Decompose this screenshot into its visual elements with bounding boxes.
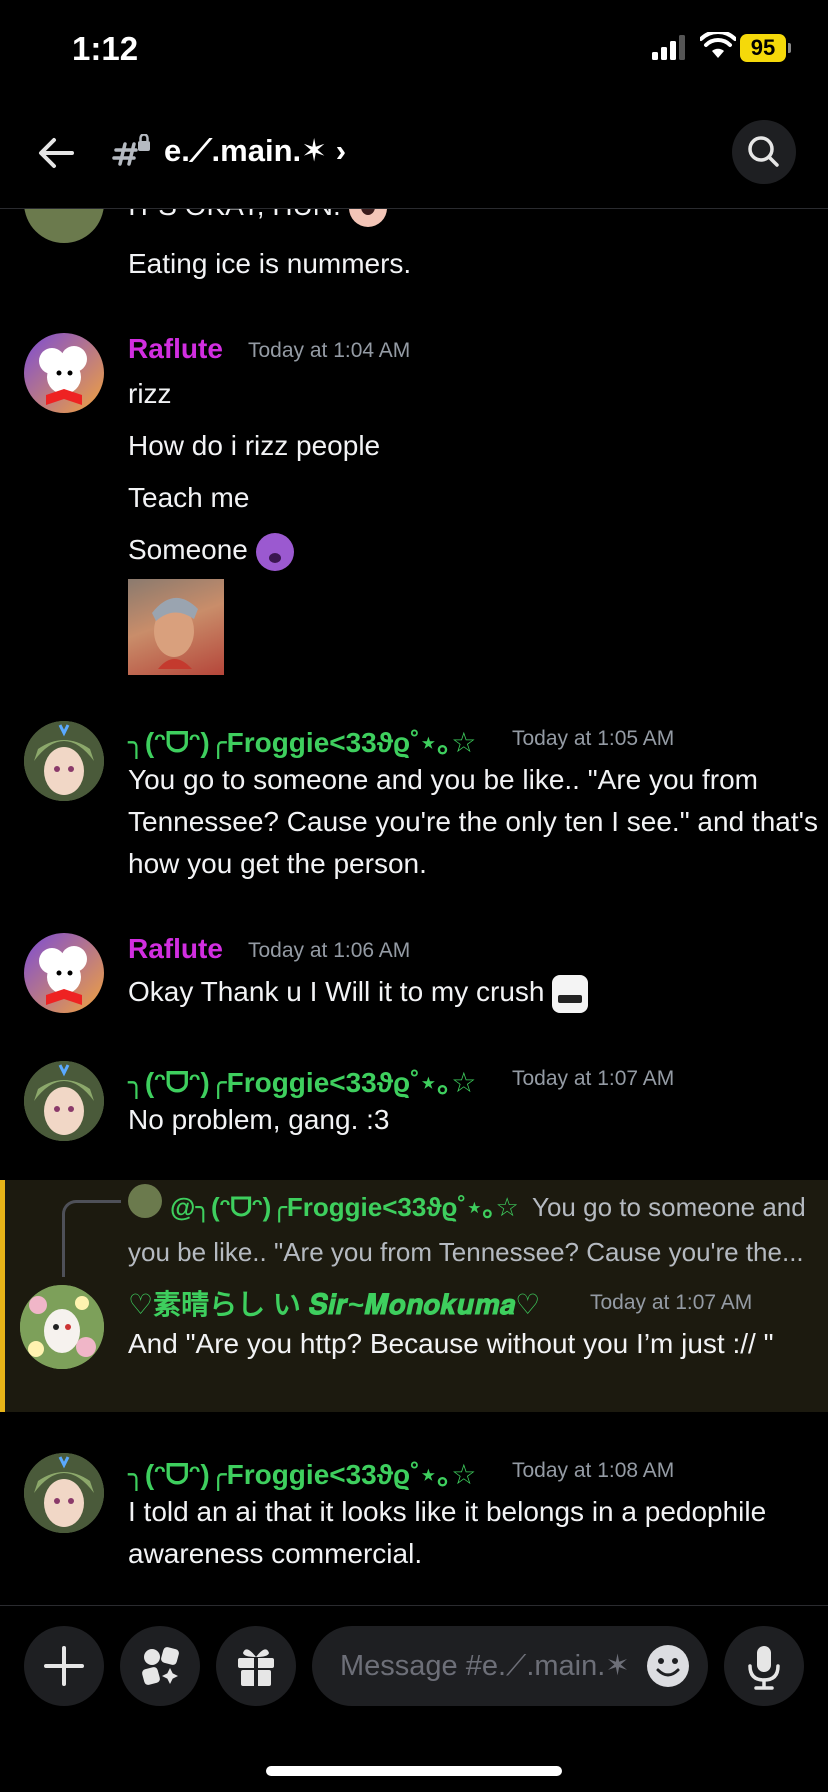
avatar-image — [20, 1285, 104, 1369]
avatar[interactable] — [20, 1285, 104, 1369]
emoji-button[interactable] — [644, 1642, 692, 1690]
message-list[interactable]: IT'S OKAY, HUN. Eating ice is nummers. R… — [0, 209, 828, 1605]
gift-button[interactable] — [216, 1626, 296, 1706]
composer-divider — [0, 1605, 828, 1606]
gift-icon — [238, 1649, 274, 1686]
avatar-image — [39, 946, 87, 1005]
timestamp: Today at 1:04 AM — [248, 339, 411, 362]
reply-avatar — [128, 1184, 162, 1218]
channel-hash-lock-icon — [112, 134, 150, 166]
grin-emoji-icon — [552, 974, 589, 1013]
reply-connector — [62, 1200, 121, 1277]
avatar[interactable] — [24, 721, 104, 801]
back-arrow-icon[interactable] — [32, 128, 82, 178]
photo-thumbnail-icon — [152, 597, 198, 669]
add-button[interactable] — [24, 1626, 104, 1706]
search-button[interactable] — [732, 120, 796, 184]
voice-button[interactable] — [724, 1626, 804, 1706]
avatar-image — [24, 1061, 104, 1141]
username[interactable]: ♡素晴らし い 𝑺𝒊𝒓~𝑴𝒐𝒏𝒐𝒌𝒖𝒎𝒂♡ — [128, 1283, 540, 1323]
message-text: IT'S OKAY, HUN. — [128, 209, 387, 227]
username[interactable]: ╮(ᵔᗜᵔ)╭Froggie<33ϑϱ˚⋆｡☆ — [128, 1061, 476, 1101]
timestamp: Today at 1:07 AM — [590, 1291, 753, 1314]
message-input-placeholder: Message #e.⟋.main.✶ — [340, 1650, 630, 1682]
message-text: How do i rizz people — [128, 430, 381, 461]
reply-preview[interactable]: @╮(ᵔᗜᵔ)╭Froggie<33ϑϱ˚⋆｡☆ You go to someo… — [170, 1187, 806, 1224]
search-icon — [748, 136, 779, 167]
status-time: 1:12 — [72, 30, 139, 67]
highlight-bar — [0, 1180, 5, 1412]
message-text: Teach me — [128, 482, 250, 513]
message-input[interactable]: Message #e.⟋.main.✶ — [312, 1626, 708, 1706]
message-text: Eating ice is nummers. — [128, 248, 412, 279]
avatar[interactable] — [24, 209, 104, 243]
timestamp: Today at 1:06 AM — [248, 939, 411, 962]
message-text: Someone — [128, 529, 294, 571]
wifi-icon — [700, 32, 736, 58]
reply-preview-text[interactable]: you be like.. "Are you from Tennessee? C… — [128, 1237, 804, 1268]
apps-button[interactable] — [120, 1626, 200, 1706]
avatar[interactable] — [24, 333, 104, 413]
battery-indicator: 95 — [740, 34, 786, 62]
avatar-image — [24, 721, 104, 801]
emoji-icon — [348, 209, 387, 227]
message-text: rizz — [128, 378, 172, 409]
avatar[interactable] — [24, 933, 104, 1013]
timestamp: Today at 1:05 AM — [512, 727, 675, 750]
smiley-icon — [647, 1645, 689, 1687]
apps-icon — [142, 1647, 179, 1685]
avatar[interactable] — [24, 1061, 104, 1141]
home-indicator[interactable] — [266, 1766, 562, 1776]
timestamp: Today at 1:07 AM — [512, 1067, 675, 1090]
message-text: You go to someone and you be like.. "Are… — [128, 764, 818, 879]
channel-title[interactable]: e.⟋.main.✶ › — [164, 133, 346, 170]
plus-icon — [44, 1646, 84, 1686]
message-text: Okay Thank u I Will it to my crush — [128, 971, 589, 1013]
avatar[interactable] — [24, 1453, 104, 1533]
timestamp: Today at 1:08 AM — [512, 1459, 675, 1482]
reply-preview-text: You go to someone and — [532, 1192, 806, 1222]
message-text: No problem, gang. :3 — [128, 1104, 390, 1135]
avatar-image — [39, 346, 87, 405]
message-text: I told an ai that it looks like it belon… — [128, 1496, 767, 1569]
message-text: And "Are you http? Because without you I… — [128, 1328, 774, 1359]
devil-emoji-icon — [255, 532, 294, 571]
battery-tip — [788, 43, 791, 53]
signal-icon — [652, 35, 685, 60]
username[interactable]: ╮(ᵔᗜᵔ)╭Froggie<33ϑϱ˚⋆｡☆ — [128, 721, 476, 761]
reply-mention: @╮(ᵔᗜᵔ)╭Froggie<33ϑϱ˚⋆｡☆ — [170, 1192, 519, 1222]
username[interactable]: Raflute — [128, 333, 223, 365]
microphone-icon — [748, 1646, 780, 1690]
avatar-image — [24, 1453, 104, 1533]
image-attachment[interactable] — [128, 579, 224, 675]
username[interactable]: ╮(ᵔᗜᵔ)╭Froggie<33ϑϱ˚⋆｡☆ — [128, 1453, 476, 1493]
username[interactable]: Raflute — [128, 933, 223, 965]
